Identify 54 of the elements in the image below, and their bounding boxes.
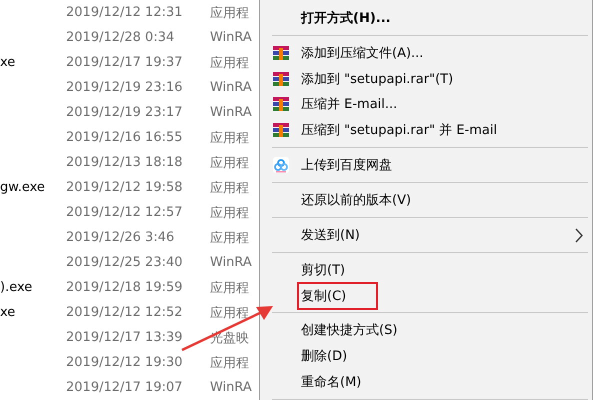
file-type: 应用程 (210, 280, 250, 296)
file-date: 2019/12/12 12:52 (66, 305, 184, 320)
books-icon (273, 70, 289, 87)
menu-item[interactable]: 压缩并 E-mail... (301, 92, 402, 116)
file-date: 2019/12/28 0:34 (66, 30, 176, 45)
file-name: xe (0, 55, 16, 70)
file-date: 2019/12/12 12:31 (66, 5, 184, 20)
file-name: gw.exe (0, 180, 46, 195)
file-date: 2019/12/13 18:18 (66, 155, 184, 170)
file-type: 应用程 (210, 180, 250, 196)
file-date: 2019/12/19 23:16 (66, 80, 184, 95)
file-date: 2019/12/26 3:46 (66, 230, 176, 245)
file-type: WinRA (210, 380, 253, 395)
books-icon (273, 44, 289, 61)
menu-item[interactable]: 上传到百度网盘 (301, 153, 396, 178)
menu-item[interactable]: 还原以前的版本(V) (301, 188, 416, 212)
cloud-icon (273, 157, 289, 174)
file-date: 2019/12/12 19:58 (66, 180, 184, 195)
file-type: 应用程 (210, 54, 250, 72)
file-type: WinRA (210, 30, 253, 45)
file-date: 2019/12/12 19:30 (66, 355, 184, 370)
menu-item[interactable]: 添加到 "setupapi.rar"(T) (301, 66, 458, 91)
file-type: 应用程 (210, 230, 250, 246)
menu-item[interactable]: 添加到压缩文件(A)... (301, 40, 428, 65)
books-icon (273, 96, 289, 112)
file-type: WinRA (210, 80, 253, 95)
chevron-right-icon (574, 228, 584, 243)
file-date: 2019/12/16 16:55 (66, 130, 184, 145)
file-type: 应用程 (210, 130, 250, 146)
file-date: 2019/12/17 19:07 (66, 380, 184, 395)
file-date: 2019/12/18 19:59 (66, 280, 184, 295)
menu-item[interactable]: 打开方式(H)... (301, 6, 395, 30)
file-date: 2019/12/25 23:40 (66, 255, 184, 270)
file-date: 2019/12/12 12:57 (66, 205, 184, 220)
menu-item[interactable]: 发送到(N) (301, 222, 364, 247)
menu-item[interactable]: 重命名(M) (301, 370, 366, 394)
menu-item[interactable]: 创建快捷方式(S) (301, 318, 402, 342)
file-date: 2019/12/19 23:17 (66, 105, 184, 120)
file-date: 2019/12/17 13:39 (66, 330, 184, 345)
menu-item[interactable]: 压缩到 "setupapi.rar" 并 E-mail (301, 118, 502, 142)
file-name: ).exe (0, 280, 34, 295)
file-type: 应用程 (210, 154, 250, 172)
file-type: WinRA (210, 255, 253, 270)
file-type: 应用程 (210, 204, 250, 222)
file-type: 应用程 (210, 354, 250, 372)
file-type: 应用程 (210, 4, 250, 22)
books-icon (273, 122, 289, 138)
menu-item[interactable]: 删除(D) (301, 344, 352, 368)
menu-item[interactable]: 剪切(T) (301, 258, 350, 282)
file-type: WinRA (210, 105, 253, 120)
file-type: 应用程 (210, 304, 250, 322)
file-date: 2019/12/17 19:37 (66, 55, 184, 70)
menu-item[interactable]: 复制(C) (299, 284, 376, 308)
file-name: xe (0, 305, 16, 320)
